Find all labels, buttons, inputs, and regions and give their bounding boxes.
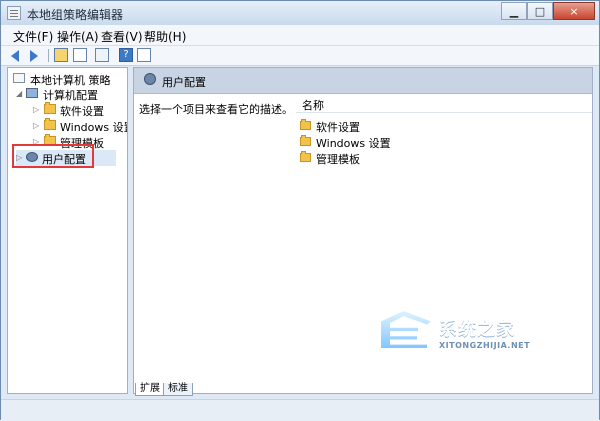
toolbar: ? bbox=[1, 46, 599, 66]
menu-help[interactable]: 帮助(H) bbox=[144, 28, 186, 45]
watermark-cn: 系统之家 bbox=[439, 319, 515, 340]
tree-windows-settings[interactable]: ▷ Windows 设置 bbox=[33, 118, 127, 134]
maximize-icon: □ bbox=[534, 4, 546, 18]
name-column-header[interactable]: 名称 bbox=[296, 94, 592, 113]
watermark-logo-icon bbox=[381, 311, 431, 348]
computer-icon bbox=[26, 88, 38, 98]
expanded-arrow-icon[interactable]: ◢ bbox=[16, 90, 24, 98]
menu-action[interactable]: 操作(A) bbox=[57, 28, 99, 45]
menu-bar: 文件(F) 操作(A) 查看(V) 帮助(H) bbox=[1, 25, 599, 46]
policy-icon bbox=[13, 73, 25, 83]
tab-extended[interactable]: 扩展 bbox=[135, 383, 165, 396]
window-controls: ▁ □ × bbox=[501, 2, 595, 20]
folder-icon bbox=[300, 151, 311, 162]
details-pane: 用户配置 选择一个项目来查看它的描述。 名称 软件设置 Windows 设置 管… bbox=[133, 67, 593, 394]
view-tabs: 扩展 标准 bbox=[133, 383, 283, 397]
tree-windows-settings-label: Windows 设置 bbox=[60, 121, 128, 134]
list-item-label: Windows 设置 bbox=[316, 137, 391, 150]
list-item-label: 管理模板 bbox=[316, 153, 360, 166]
minimize-button[interactable]: ▁ bbox=[501, 2, 527, 20]
title-bar[interactable]: 本地组策略编辑器 ▁ □ × bbox=[1, 1, 599, 25]
menu-view[interactable]: 查看(V) bbox=[101, 28, 143, 45]
toolbar-separator bbox=[48, 49, 49, 62]
watermark-en: XITONGZHIJIA.NET bbox=[439, 341, 531, 350]
description-text: 选择一个项目来查看它的描述。 bbox=[139, 103, 293, 116]
maximize-button[interactable]: □ bbox=[527, 2, 553, 20]
tab-standard[interactable]: 标准 bbox=[163, 383, 193, 396]
status-bar bbox=[1, 399, 599, 421]
tree-software-settings[interactable]: ▷ 软件设置 bbox=[33, 102, 124, 118]
close-button[interactable]: × bbox=[553, 2, 595, 20]
collapsed-arrow-icon[interactable]: ▷ bbox=[33, 122, 41, 130]
show-hide-tree-icon[interactable] bbox=[73, 48, 87, 62]
folder-icon bbox=[300, 135, 311, 146]
forward-arrow-icon[interactable] bbox=[30, 50, 38, 62]
watermark: 系统之家 XITONGZHIJIA.NET bbox=[381, 307, 557, 363]
minimize-icon: ▁ bbox=[509, 4, 519, 18]
menu-file[interactable]: 文件(F) bbox=[13, 28, 53, 45]
tree-root[interactable]: 本地计算机 策略 bbox=[12, 71, 124, 87]
back-arrow-icon[interactable] bbox=[11, 50, 19, 62]
app-icon bbox=[7, 6, 21, 20]
folder-icon bbox=[44, 118, 56, 130]
details-header: 用户配置 bbox=[134, 68, 592, 94]
help-icon[interactable]: ? bbox=[119, 48, 133, 62]
collapsed-arrow-icon[interactable]: ▷ bbox=[33, 106, 41, 114]
user-icon bbox=[144, 73, 156, 85]
user-config-highlight bbox=[12, 144, 94, 168]
up-folder-icon[interactable] bbox=[54, 48, 68, 62]
close-icon: × bbox=[569, 4, 579, 18]
folder-icon bbox=[44, 102, 56, 114]
tree-computer-config[interactable]: ◢ 计算机配置 bbox=[16, 86, 124, 102]
application-window: 本地组策略编辑器 ▁ □ × 文件(F) 操作(A) 查看(V) 帮助(H) ?… bbox=[0, 0, 600, 421]
tree-pane: 本地计算机 策略 ◢ 计算机配置 ▷ 软件设置 ▷ Windows 设置 ▷ 管… bbox=[7, 67, 128, 394]
window-title: 本地组策略编辑器 bbox=[27, 8, 124, 22]
tree-computer-config-label: 计算机配置 bbox=[43, 89, 98, 102]
tree-software-settings-label: 软件设置 bbox=[60, 105, 104, 118]
list-item-label: 软件设置 bbox=[316, 121, 360, 134]
name-column-label: 名称 bbox=[302, 99, 324, 112]
export-list-icon[interactable] bbox=[95, 48, 109, 62]
properties-icon[interactable] bbox=[137, 48, 151, 62]
folder-icon bbox=[300, 119, 311, 130]
details-header-label: 用户配置 bbox=[162, 76, 206, 89]
